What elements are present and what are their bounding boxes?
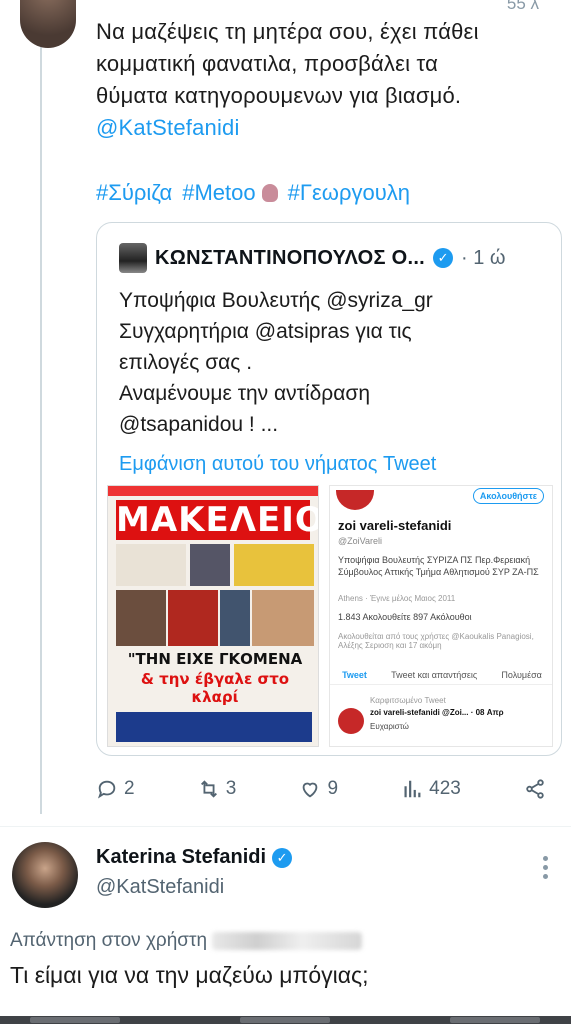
newspaper-photo (234, 544, 314, 586)
profile-screenshot[interactable]: Ακολουθήστε zoi vareli-stefanidi @ZoiVar… (329, 485, 553, 747)
newspaper-photo (116, 590, 166, 646)
hashtag-link[interactable]: #Γεωργουλη (288, 180, 410, 206)
reply-author: Katerina Stefanidi ✓ (96, 846, 293, 869)
profile-handle: @ZoiVareli (338, 536, 382, 546)
profile-tabs: Tweet Tweet και απαντήσεις Πολυμέσα (330, 670, 552, 685)
newspaper-top-strip (108, 486, 318, 496)
like-count: 9 (327, 778, 339, 799)
quoted-tweet-header: ΚΩΝΣΤΑΝΤΙΝΟΠΟΥΛΟΣ Ο... ✓ · 1 ώ (119, 243, 506, 273)
hashtags: #Σύριζα #Metoo #Γεωργουλη (96, 180, 410, 206)
reply-text: Τι είμαι για να την μαζεύω μπόγιας; (10, 962, 369, 988)
pinned-post-author: zoi vareli-stefanidi @Zoi... · 08 Απρ (370, 708, 504, 717)
bottom-bar-segment (30, 1017, 120, 1023)
reply-to-label: Απάντηση στον χρήστη (10, 930, 208, 951)
bottom-bar-segment (450, 1017, 540, 1023)
redacted-username (212, 931, 363, 950)
like-button[interactable]: 9 (299, 778, 338, 800)
reply-avatar[interactable] (12, 842, 78, 908)
profile-tab: Tweet (342, 670, 367, 680)
newspaper-subheadline: & την έβγαλε στο κλαρί (140, 670, 290, 706)
newspaper-headline: "ΤΗΝ ΕΙΧΕ ΓΚΟΜΕΝΑ (127, 650, 303, 668)
tweet-actions: 2 3 9 423 (96, 778, 546, 800)
top-tweet-text: Να μαζέψεις τη μητέρα σου, έχει πάθει κο… (96, 16, 556, 144)
profile-follow-button: Ακολουθήστε (472, 488, 544, 504)
reply-button[interactable]: 2 (96, 778, 135, 800)
newspaper-footer (116, 712, 312, 742)
views-button[interactable]: 423 (401, 778, 461, 800)
quoted-media[interactable]: ΜΑΚΕΛΕΙΟ "ΤΗΝ ΕΙΧΕ ΓΚΟΜΕΝΑ & την έβγαλε … (107, 485, 553, 747)
top-tweet-line: Να μαζέψεις τη μητέρα σου, έχει πάθει (96, 19, 479, 44)
bottom-bar-segment (240, 1017, 330, 1023)
retweet-count: 3 (225, 778, 237, 799)
pinned-post-text: Ευχαριστώ (370, 722, 409, 731)
hashtag-link[interactable]: #Metoo (182, 180, 255, 206)
quoted-line: Αναμένουμε την αντίδραση (119, 382, 371, 405)
quoted-tweet[interactable]: ΚΩΝΣΤΑΝΤΙΝΟΠΟΥΛΟΣ Ο... ✓ · 1 ώ Υποψήφια … (96, 222, 562, 756)
divider (0, 826, 571, 827)
thread-line (40, 44, 42, 814)
verified-badge-icon: ✓ (272, 847, 293, 868)
quoted-tweet-text: Υποψήφια Βουλευτής @syriza_gr Συγχαρητήρ… (119, 285, 549, 440)
pinned-post-avatar (338, 708, 364, 734)
profile-tab: Πολυμέσα (501, 670, 542, 680)
newspaper-photo (168, 590, 218, 646)
top-tweet-time: 55 λ (506, 0, 539, 13)
retweet-icon (200, 780, 217, 798)
top-tweet-line: κομματική φανατιλα, προσβάλει τα (96, 51, 439, 76)
pinned-label: Καρφιτσωμένο Tweet (370, 696, 446, 705)
newspaper-photo (190, 544, 230, 586)
newspaper-title: ΜΑΚΕΛΕΙΟ (116, 500, 319, 540)
quoted-tweet-time: · 1 ώ (461, 246, 506, 269)
quoted-line: Υποψήφια Βουλευτής @syriza_gr (119, 289, 433, 312)
hashtag-link[interactable]: #Σύριζα (96, 180, 172, 206)
retweet-button[interactable]: 3 (198, 778, 237, 800)
reply-icon (97, 780, 116, 799)
profile-followers-note: Ακολουθείται από τους χρήστες @Kaoukalis… (338, 632, 534, 650)
verified-badge-icon: ✓ (433, 248, 454, 268)
flower-emoji-icon (261, 184, 278, 202)
newspaper-photo (220, 590, 250, 646)
quoted-line: @tsapanidou ! ... (119, 413, 279, 436)
heart-icon (303, 782, 318, 798)
quoted-author-name[interactable]: ΚΩΝΣΤΑΝΤΙΝΟΠΟΥΛΟΣ Ο... (155, 247, 425, 270)
reply-count: 2 (124, 778, 135, 799)
bottom-bar (0, 1016, 571, 1024)
reply-to-line: Απάντηση στον χρήστη (10, 930, 363, 952)
profile-meta: Athens · Έγινε μέλος Μαιος 2011 (338, 594, 456, 603)
views-icon (404, 780, 421, 798)
profile-name: zoi vareli-stefanidi (338, 518, 452, 533)
top-tweet-avatar[interactable] (20, 0, 76, 48)
newspaper-column (116, 544, 186, 586)
views-count: 423 (429, 778, 461, 799)
newspaper-image[interactable]: ΜΑΚΕΛΕΙΟ "ΤΗΝ ΕΙΧΕ ΓΚΟΜΕΝΑ & την έβγαλε … (107, 485, 319, 747)
quoted-line: επιλογές σας . (119, 351, 253, 374)
profile-bio: Υποψήφια Βουλευτής ΣΥΡΙΖΑ ΠΣ Περ.Φερειακ… (338, 555, 539, 577)
top-tweet-line: θύματα κατηγορουμενων για βιασμό. (96, 83, 462, 108)
quoted-line: Συγχαρητήρια @atsipras για τις (119, 320, 412, 343)
profile-stats: 1.843 Ακολουθείτε 897 Ακόλουθοι (338, 612, 472, 622)
share-button[interactable] (524, 778, 546, 800)
profile-tab: Tweet και απαντήσεις (391, 670, 478, 680)
show-thread-link[interactable]: Εμφάνιση αυτού του νήματος Tweet (119, 453, 436, 476)
quoted-author-avatar[interactable] (119, 243, 147, 273)
profile-avatar (336, 490, 374, 510)
mention-link[interactable]: @KatStefanidi (96, 112, 556, 144)
newspaper-photo (252, 590, 314, 646)
share-icon (526, 779, 544, 799)
reply-author-handle[interactable]: @KatStefanidi (96, 876, 224, 899)
more-options-icon[interactable] (543, 856, 549, 879)
reply-author-name[interactable]: Katerina Stefanidi (96, 846, 266, 869)
